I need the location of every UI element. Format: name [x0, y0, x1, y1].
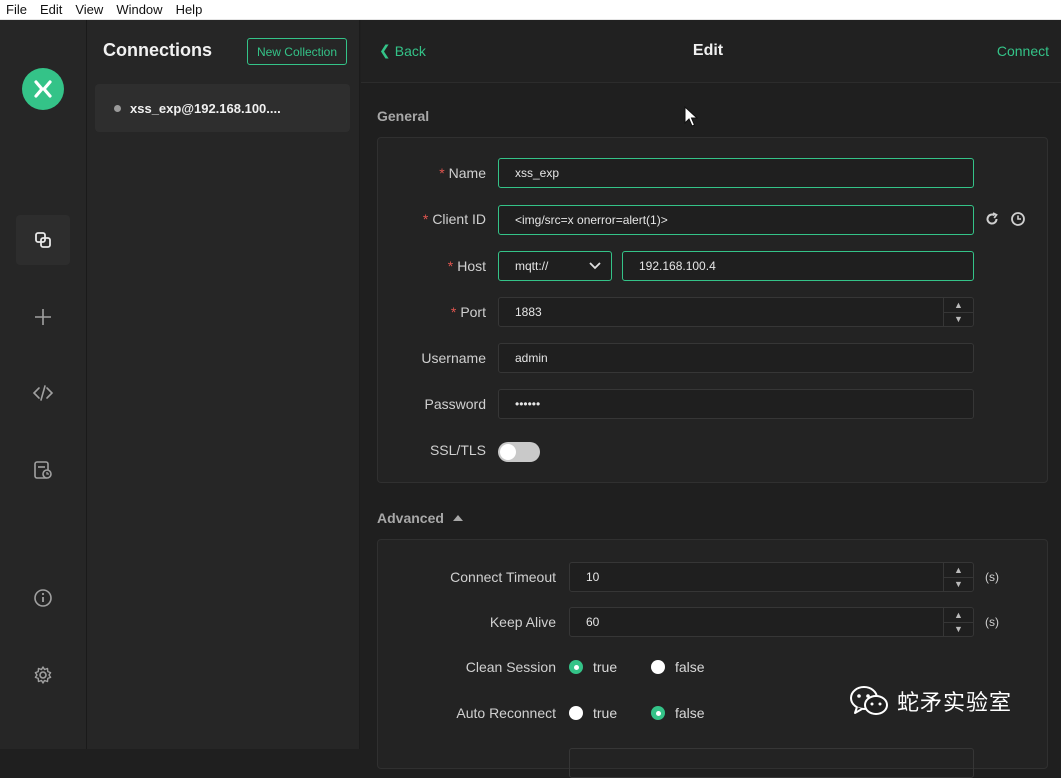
- connections-panel: Connections New Collection xss_exp@192.1…: [87, 20, 360, 749]
- keep-alive-stepper[interactable]: ▲ ▼: [943, 608, 973, 636]
- auto-reconnect-false-radio[interactable]: false: [651, 705, 705, 721]
- settings-nav-button[interactable]: [16, 650, 70, 700]
- connection-name: xss_exp@192.168.100....: [130, 100, 281, 116]
- username-label: Username: [421, 350, 486, 366]
- watermark: 蛇矛实验室: [849, 685, 1012, 717]
- connect-timeout-stepper[interactable]: ▲ ▼: [943, 563, 973, 591]
- clean-session-false-radio[interactable]: false: [651, 659, 705, 675]
- about-nav-button[interactable]: [16, 573, 70, 623]
- client-id-input[interactable]: <img/src=x onerror=alert(1)>: [498, 205, 974, 235]
- page-title: Edit: [692, 42, 724, 59]
- chevron-down-icon: [589, 262, 601, 270]
- refresh-icon[interactable]: [984, 211, 1000, 227]
- edit-header: ❮ Back Edit Connect: [361, 20, 1061, 83]
- keep-alive-unit: (s): [985, 615, 999, 629]
- host-input[interactable]: 192.168.100.4: [622, 251, 974, 281]
- connection-status-dot: [114, 104, 121, 112]
- protocol-select[interactable]: mqtt://: [498, 251, 612, 281]
- connect-button[interactable]: Connect: [997, 43, 1049, 59]
- name-label: * Name: [439, 165, 486, 181]
- connect-timeout-unit: (s): [985, 570, 999, 584]
- host-label: * Host: [447, 258, 486, 274]
- toggle-knob: [500, 444, 516, 460]
- chevron-down-icon[interactable]: ▼: [944, 576, 973, 592]
- password-input[interactable]: ••••••: [498, 389, 974, 419]
- auto-reconnect-label: Auto Reconnect: [456, 705, 556, 721]
- general-section-title: General: [377, 108, 430, 124]
- nav-rail: [0, 20, 87, 749]
- username-input[interactable]: admin: [498, 343, 974, 373]
- next-field-partial[interactable]: [569, 748, 974, 778]
- advanced-section-title[interactable]: Advanced: [377, 510, 464, 526]
- new-connection-nav-button[interactable]: [16, 292, 70, 342]
- advanced-card: Connect Timeout 10 ▲ ▼ (s) Keep Alive 60 …: [377, 539, 1048, 778]
- port-input[interactable]: 1883 ▲ ▼: [498, 297, 974, 327]
- connect-timeout-label: Connect Timeout: [450, 569, 556, 585]
- connections-icon: [35, 232, 51, 248]
- menu-help[interactable]: Help: [170, 0, 210, 20]
- ssl-tls-toggle[interactable]: [498, 442, 540, 462]
- protocol-value: mqtt://: [515, 259, 549, 273]
- clock-icon[interactable]: [1010, 211, 1026, 227]
- chevron-down-icon[interactable]: ▼: [944, 621, 973, 637]
- radio-checked-icon: [569, 660, 583, 674]
- client-id-label: * Client ID: [422, 211, 486, 227]
- caret-up-icon: [452, 515, 463, 521]
- code-icon: [32, 385, 54, 401]
- port-label: * Port: [450, 304, 486, 320]
- app-window: Connections New Collection xss_exp@192.1…: [0, 20, 1061, 778]
- app-logo: [22, 68, 64, 110]
- keep-alive-value: 60: [586, 615, 600, 629]
- port-value: 1883: [515, 305, 542, 319]
- keep-alive-input[interactable]: 60 ▲ ▼: [569, 607, 974, 637]
- menu-bar: File Edit View Window Help: [0, 0, 1061, 20]
- chevron-up-icon[interactable]: ▲: [944, 608, 973, 622]
- plus-icon: [35, 309, 51, 325]
- clean-session-true-radio[interactable]: true: [569, 659, 617, 675]
- watermark-text: 蛇矛实验室: [897, 691, 1013, 716]
- clean-session-label: Clean Session: [465, 659, 556, 675]
- log-icon: [34, 461, 52, 479]
- connections-nav-button[interactable]: [16, 215, 70, 265]
- edit-panel: ❮ Back Edit Connect General * Name xss_ex…: [361, 20, 1061, 778]
- connections-title: Connections: [103, 40, 213, 60]
- menu-file[interactable]: File: [0, 0, 34, 20]
- menu-edit[interactable]: Edit: [34, 0, 69, 20]
- password-label: Password: [424, 396, 486, 412]
- gear-icon: [34, 666, 52, 684]
- radio-unchecked-icon: [651, 660, 665, 674]
- keep-alive-label: Keep Alive: [489, 614, 556, 630]
- script-nav-button[interactable]: [16, 368, 70, 418]
- connection-list-item[interactable]: xss_exp@192.168.100....: [95, 84, 350, 132]
- connect-timeout-value: 10: [586, 570, 600, 584]
- info-icon: [34, 589, 52, 607]
- auto-reconnect-true-radio[interactable]: true: [569, 705, 617, 721]
- chevron-up-icon[interactable]: ▲: [944, 298, 973, 312]
- connect-timeout-input[interactable]: 10 ▲ ▼: [569, 562, 974, 592]
- menu-window[interactable]: Window: [110, 0, 169, 20]
- menu-view[interactable]: View: [69, 0, 110, 20]
- wechat-logo-icon: [850, 686, 888, 715]
- mqttx-logo-icon: [34, 80, 52, 98]
- mouse-cursor-icon: [684, 106, 698, 127]
- ssl-tls-label: SSL/TLS: [429, 442, 486, 458]
- radio-checked-icon: [651, 706, 665, 720]
- radio-unchecked-icon: [569, 706, 583, 720]
- chevron-down-icon[interactable]: ▼: [944, 311, 973, 327]
- chevron-up-icon[interactable]: ▲: [944, 563, 973, 577]
- name-input[interactable]: xss_exp: [498, 158, 974, 188]
- log-nav-button[interactable]: [16, 445, 70, 495]
- new-collection-button[interactable]: New Collection: [247, 38, 347, 65]
- port-stepper[interactable]: ▲ ▼: [943, 298, 973, 326]
- general-card: * Name xss_exp * Client ID <img/src=x oner…: [377, 137, 1048, 483]
